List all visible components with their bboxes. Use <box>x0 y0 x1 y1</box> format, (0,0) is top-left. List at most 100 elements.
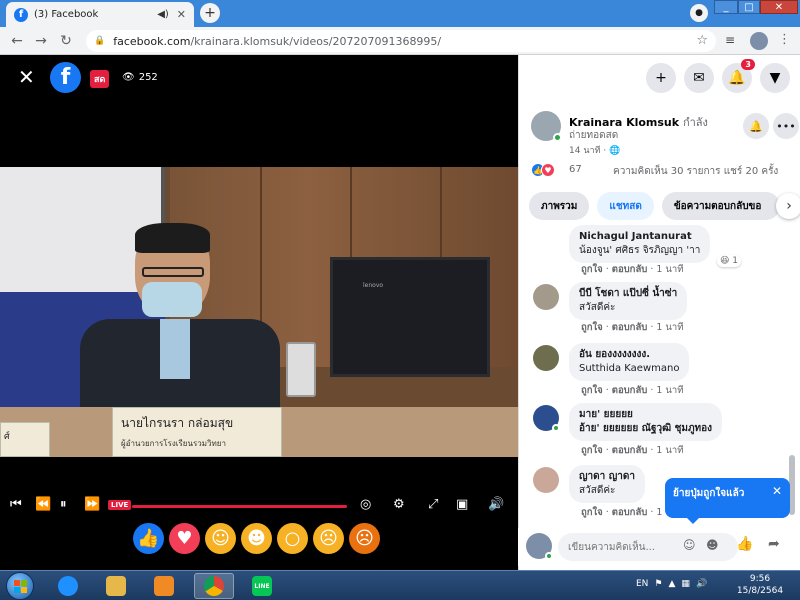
my-avatar[interactable] <box>526 533 553 560</box>
skip-back-icon[interactable]: ⏮ <box>10 497 22 512</box>
settings-gear-icon[interactable]: ⚙ <box>393 497 405 512</box>
internet-explorer-icon[interactable] <box>48 573 88 599</box>
volume-icon[interactable]: 🔊 <box>488 497 504 512</box>
maximize-button[interactable]: □ <box>738 0 760 14</box>
tab-close-icon[interactable]: ✕ <box>177 8 186 21</box>
post-time[interactable]: 14 นาที · 🌐 <box>569 143 620 157</box>
flag-icon[interactable]: ⚑ <box>654 579 662 589</box>
reply-comment-link[interactable]: ตอบกลับ <box>612 264 648 275</box>
commenter-avatar[interactable] <box>533 405 560 432</box>
wow-reaction-icon[interactable]: ○ <box>277 523 308 554</box>
media-player-icon[interactable] <box>144 573 184 599</box>
like-comment-link[interactable]: ถูกใจ <box>581 507 603 518</box>
like-comment-link[interactable]: ถูกใจ <box>581 445 603 456</box>
speaker-icon[interactable]: ◀) <box>157 9 169 20</box>
tabs-next-chevron-icon[interactable]: › <box>776 193 800 219</box>
share-arrow-icon[interactable]: ➦ <box>768 536 780 552</box>
bookmark-star-icon[interactable]: ☆ <box>696 33 708 48</box>
viewer-count: 👁 252 <box>122 72 158 83</box>
browser-tab[interactable]: f (3) Facebook ◀) ✕ <box>6 2 194 27</box>
captions-icon[interactable]: ◎ <box>360 497 371 512</box>
messenger-icon[interactable]: ✉ <box>684 63 714 93</box>
poster-avatar[interactable] <box>531 111 562 142</box>
reaction-count[interactable]: 67 <box>569 164 582 175</box>
forward-icon[interactable]: → <box>32 32 50 50</box>
care-reaction-icon[interactable]: ☺ <box>205 523 236 554</box>
reply-comment-link[interactable]: ตอบกลับ <box>612 322 648 333</box>
rewind-icon[interactable]: ⏪ <box>35 497 51 512</box>
fullscreen-icon[interactable]: ⤢ <box>428 497 438 512</box>
commenter-avatar[interactable] <box>533 284 559 310</box>
comments-shares-count[interactable]: ความคิดเห็น 30 รายการ แชร์ 20 ครั้ง <box>613 164 778 179</box>
back-icon[interactable]: ← <box>8 32 26 50</box>
like-reaction-icon[interactable]: 👍 <box>133 523 164 554</box>
nameplate: นายไกรนรา กล่อมสุข ผู้อำนวยการโรงเรียนรว… <box>112 407 282 457</box>
commenter-avatar[interactable] <box>533 467 559 493</box>
network-icon[interactable]: ▦ <box>681 579 690 589</box>
tab-overview[interactable]: ภาพรวม <box>529 192 590 220</box>
clock[interactable]: 9:56 15/8/2564 <box>730 573 790 597</box>
more-options-icon[interactable]: ••• <box>773 113 799 139</box>
comment-meta: ถูกใจ · ตอบกลับ · 1 นาที <box>581 385 684 396</box>
account-chevron-icon[interactable]: ▼ <box>760 63 790 93</box>
close-video-icon[interactable]: ✕ <box>18 65 35 89</box>
like-comment-link[interactable]: ถูกใจ <box>581 264 603 275</box>
notifications-bell-icon[interactable]: 🔔 3 <box>722 59 755 93</box>
language-indicator[interactable]: EN <box>636 579 648 589</box>
facebook-logo[interactable]: f <box>50 62 81 93</box>
comment-bubble: บีบี โชดา แป๊ปซี่ น้ำซ่า สวัสดีค่ะ <box>569 282 688 320</box>
media-control-icon[interactable]: ● <box>690 4 708 22</box>
chrome-menu-icon[interactable]: ⋮ <box>778 32 791 47</box>
chrome-profile-avatar[interactable] <box>750 32 768 50</box>
create-plus-icon[interactable]: + <box>646 63 676 93</box>
fast-forward-icon[interactable]: ⏩ <box>84 497 100 512</box>
address-bar[interactable]: 🔒 facebook.com/krainara.klomsuk/videos/2… <box>86 30 716 52</box>
comment-bubble: ญาดา ญาดา สวัสดีค่ะ <box>569 465 645 503</box>
video-frame[interactable]: lenovo ศ์ นายไกรนรา กล่อมสุข ผู้อำนวยการ… <box>0 167 518 457</box>
media-queue-icon[interactable]: ≡ <box>725 33 735 47</box>
tab-live-chat[interactable]: แชทสด <box>597 192 654 220</box>
minimize-button[interactable]: _ <box>714 0 738 14</box>
angry-reaction-icon[interactable]: ☹ <box>349 523 380 554</box>
volume-tray-icon[interactable]: 🔊 <box>696 579 707 589</box>
sticker-icon[interactable]: ☻ <box>706 538 719 552</box>
live-indicator[interactable]: LIVE <box>108 500 132 510</box>
like-button-icon[interactable]: 👍 <box>736 536 753 552</box>
chevron-up-icon[interactable]: ▲ <box>669 579 676 589</box>
close-window-button[interactable]: ✕ <box>760 0 798 14</box>
reply-comment-link[interactable]: ตอบกลับ <box>612 507 648 518</box>
nameplate-left: ศ์ <box>0 422 50 457</box>
toast-close-icon[interactable]: ✕ <box>772 484 782 498</box>
sad-reaction-icon[interactable]: ☹ <box>313 523 344 554</box>
picture-in-picture-icon[interactable]: ▣ <box>456 497 468 512</box>
new-tab-button[interactable]: + <box>200 3 220 23</box>
commenter-avatar[interactable] <box>533 345 559 371</box>
speaker-person <box>80 223 280 439</box>
start-button[interactable] <box>6 572 34 600</box>
reply-comment-link[interactable]: ตอบกลับ <box>612 445 648 456</box>
post-stats: 👍 ♥ 67 ความคิดเห็น 30 รายการ แชร์ 20 ครั… <box>531 163 793 179</box>
emoji-icon[interactable]: ☺ <box>683 538 696 552</box>
globe-icon: 🌐 <box>609 146 621 156</box>
top-actions: + ✉ 🔔 3 ▼ <box>646 59 790 93</box>
like-comment-link[interactable]: ถูกใจ <box>581 322 603 333</box>
like-comment-link[interactable]: ถูกใจ <box>581 385 603 396</box>
comment-reaction-count[interactable]: 😆 1 <box>717 255 741 267</box>
lock-icon[interactable]: 🔒 <box>94 36 105 46</box>
chrome-taskbar-icon[interactable] <box>194 573 234 599</box>
video-controls: ⏮ ⏪ ⏸ ⏩ LIVE ◎ ⚙ ⤢ ▣ 🔊 <box>0 493 518 519</box>
line-app-icon[interactable]: LINE <box>242 573 282 599</box>
tab-replies[interactable]: ข้อความตอบกลับขอ <box>661 192 780 220</box>
love-reaction-icon[interactable]: ♥ <box>169 523 200 554</box>
comment-meta: ถูกใจ · ตอบกลับ · 1 นาที <box>581 264 684 275</box>
reload-icon[interactable]: ↻ <box>57 32 75 50</box>
pause-icon[interactable]: ⏸ <box>60 497 67 512</box>
progress-bar[interactable] <box>132 505 347 508</box>
file-explorer-icon[interactable] <box>96 573 136 599</box>
video-pane: ✕ f สด 👁 252 lenovo ศ์ นายไกรนรา กล่อมสุข… <box>0 55 518 570</box>
comment-bubble: อัน ยองงงงงงงง. Sutthida Kaewmano <box>569 343 690 381</box>
reply-comment-link[interactable]: ตอบกลับ <box>612 385 648 396</box>
follow-bell-icon[interactable]: 🔔 <box>743 113 769 139</box>
haha-reaction-icon[interactable]: ☻ <box>241 523 272 554</box>
comment-bubble: Nichagul Jantanurat น้องจูน' ศศิธร จิรภิญ… <box>569 225 711 263</box>
